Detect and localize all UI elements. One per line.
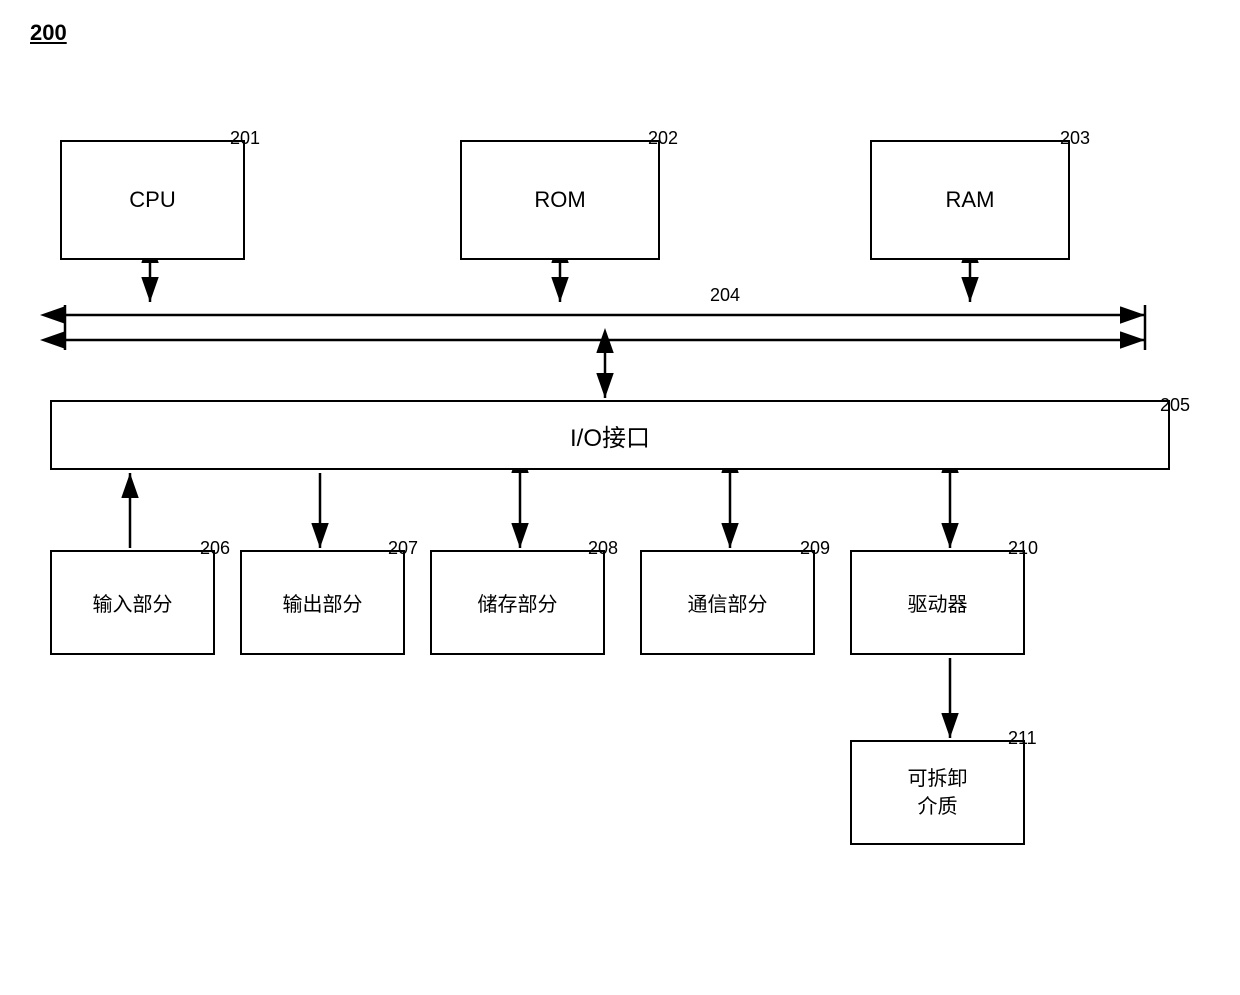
rom-ref: 202 [648,128,678,149]
output-label: 输出部分 [283,588,363,617]
diagram: 200 [30,20,1200,980]
bus-ref: 204 [710,285,740,306]
io-box: I/O接口 [50,400,1170,470]
cpu-ref: 201 [230,128,260,149]
driver-box: 驱动器 [850,550,1025,655]
output-ref: 207 [388,538,418,559]
removable-ref: 211 [1008,728,1037,749]
ram-box: RAM [870,140,1070,260]
ram-ref: 203 [1060,128,1090,149]
rom-label: ROM [534,187,585,213]
comms-box: 通信部分 [640,550,815,655]
diagram-title: 200 [30,20,67,46]
driver-ref: 210 [1008,538,1038,559]
removable-label: 可拆卸 介质 [908,765,968,821]
output-box: 输出部分 [240,550,405,655]
storage-ref: 208 [588,538,618,559]
storage-label: 储存部分 [478,588,558,617]
cpu-box: CPU [60,140,245,260]
comms-ref: 209 [800,538,830,559]
comms-label: 通信部分 [688,588,768,617]
input-label: 输入部分 [93,588,173,617]
input-box: 输入部分 [50,550,215,655]
cpu-label: CPU [129,187,175,213]
input-ref: 206 [200,538,230,559]
ram-label: RAM [946,187,995,213]
storage-box: 储存部分 [430,550,605,655]
removable-box: 可拆卸 介质 [850,740,1025,845]
driver-label: 驱动器 [908,588,968,617]
io-ref: 205 [1160,395,1190,416]
rom-box: ROM [460,140,660,260]
io-label: I/O接口 [570,418,650,453]
